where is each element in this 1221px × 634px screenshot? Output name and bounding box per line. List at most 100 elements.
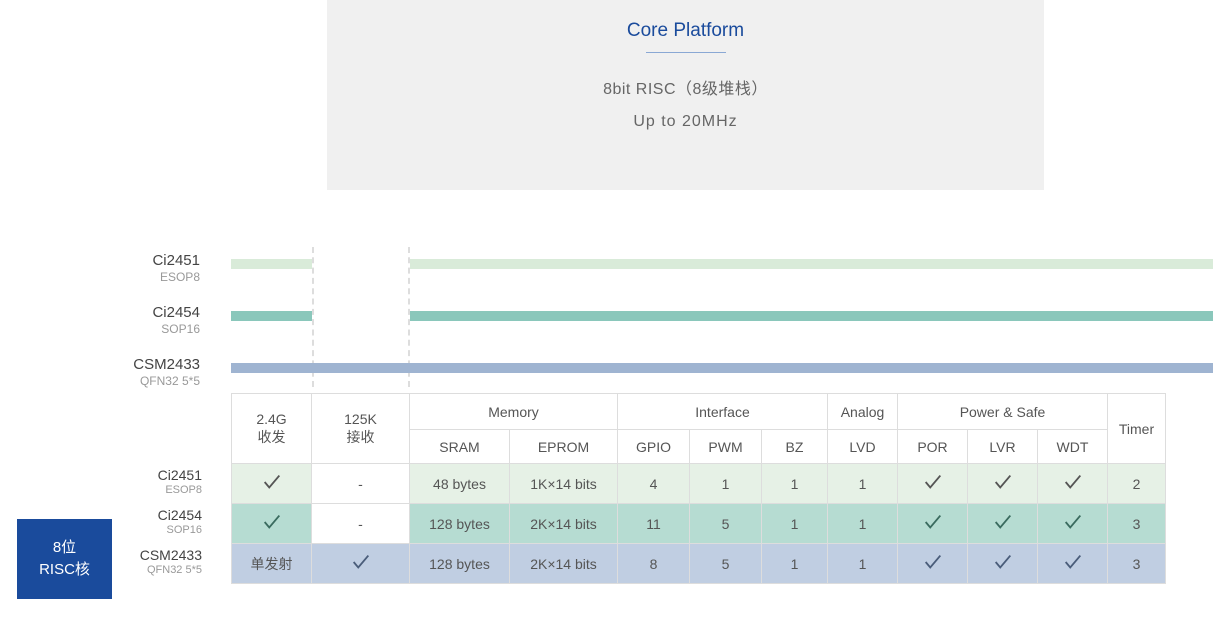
cell-wdt <box>1038 504 1108 544</box>
cell-por <box>898 504 968 544</box>
check-icon <box>261 511 283 533</box>
col-analog: Analog <box>828 394 898 430</box>
cell-125k <box>312 544 410 584</box>
cell-lvr <box>968 464 1038 504</box>
product-name: Ci2451 <box>130 468 202 483</box>
check-icon <box>1062 511 1084 533</box>
core-platform-box: Core Platform 8bit RISC（8级堆栈） Up to 20MH… <box>327 0 1044 190</box>
cell-wdt <box>1038 544 1108 584</box>
cell-bz: 1 <box>762 544 828 584</box>
spec-table: 2.4G 收发 125K 接收 Memory Interface Analog … <box>231 393 1166 584</box>
col-memory: Memory <box>410 394 618 430</box>
product-name: Ci2454 <box>130 508 202 523</box>
check-icon <box>261 471 283 493</box>
cell-timer: 3 <box>1108 504 1166 544</box>
product-package: SOP16 <box>130 524 202 536</box>
bar-ci2454-seg1 <box>231 311 312 321</box>
badge-line1: 8位 <box>53 537 76 560</box>
cell-lvd: 1 <box>828 544 898 584</box>
cell-sram: 128 bytes <box>410 544 510 584</box>
check-icon <box>992 551 1014 573</box>
cell-pwm: 5 <box>690 544 762 584</box>
cell-lvr <box>968 544 1038 584</box>
col-125k: 125K 接收 <box>312 394 410 464</box>
badge-line2: RISC核 <box>39 559 90 582</box>
cell-eprom: 2K×14 bits <box>510 504 618 544</box>
cell-eprom: 1K×14 bits <box>510 464 618 504</box>
product-label-ci2454: Ci2454 SOP16 <box>125 304 200 336</box>
cell-bz: 1 <box>762 504 828 544</box>
bar-ci2451-seg1 <box>231 259 312 269</box>
cell-wdt <box>1038 464 1108 504</box>
table-row: - 48 bytes 1K×14 bits 4 1 1 1 2 <box>232 464 1166 504</box>
cell-125k: - <box>312 464 410 504</box>
cell-2p4g <box>232 504 312 544</box>
cell-2p4g <box>232 464 312 504</box>
check-icon <box>1062 551 1084 573</box>
cell-sram: 48 bytes <box>410 464 510 504</box>
col-eprom: EPROM <box>510 430 618 464</box>
check-icon <box>1062 471 1084 493</box>
cell-lvd: 1 <box>828 464 898 504</box>
risc-core-badge: 8位 RISC核 <box>17 519 112 599</box>
check-icon <box>922 551 944 573</box>
cell-gpio: 8 <box>618 544 690 584</box>
col-2p4g: 2.4G 收发 <box>232 394 312 464</box>
product-package: QFN32 5*5 <box>125 374 200 388</box>
col-por: POR <box>898 430 968 464</box>
product-name: CSM2433 <box>130 548 202 563</box>
product-package: SOP16 <box>125 322 200 336</box>
bar-csm2433-seg2 <box>312 363 1213 373</box>
cell-lvd: 1 <box>828 504 898 544</box>
bar-csm2433-seg1 <box>231 363 312 373</box>
bar-ci2454-seg2 <box>410 311 1213 321</box>
core-detail-1: 8bit RISC（8级堆栈） <box>327 75 1044 99</box>
cell-timer: 3 <box>1108 544 1166 584</box>
cell-pwm: 5 <box>690 504 762 544</box>
product-label-csm2433: CSM2433 QFN32 5*5 <box>125 356 200 388</box>
cell-gpio: 11 <box>618 504 690 544</box>
product-name: Ci2454 <box>125 304 200 321</box>
table-row: 单发射 128 bytes 2K×14 bits 8 5 1 1 3 <box>232 544 1166 584</box>
cell-bz: 1 <box>762 464 828 504</box>
check-icon <box>922 471 944 493</box>
col-sram: SRAM <box>410 430 510 464</box>
col-interface: Interface <box>618 394 828 430</box>
product-package: QFN32 5*5 <box>130 564 202 576</box>
cell-sram: 128 bytes <box>410 504 510 544</box>
col-lvr: LVR <box>968 430 1038 464</box>
product-label-ci2451: Ci2451 ESOP8 <box>125 252 200 284</box>
cell-por <box>898 464 968 504</box>
core-title: Core Platform <box>327 20 1044 42</box>
check-icon <box>992 511 1014 533</box>
cell-por <box>898 544 968 584</box>
row-label-ci2451: Ci2451 ESOP8 <box>130 468 202 496</box>
table-row: - 128 bytes 2K×14 bits 11 5 1 1 3 <box>232 504 1166 544</box>
check-icon <box>922 511 944 533</box>
check-icon <box>350 551 372 573</box>
cell-eprom: 2K×14 bits <box>510 544 618 584</box>
bar-ci2451-seg2 <box>410 259 1213 269</box>
cell-lvr <box>968 504 1038 544</box>
cell-gpio: 4 <box>618 464 690 504</box>
row-label-csm2433: CSM2433 QFN32 5*5 <box>130 548 202 576</box>
product-package: ESOP8 <box>125 270 200 284</box>
col-timer: Timer <box>1108 394 1166 464</box>
row-label-ci2454: Ci2454 SOP16 <box>130 508 202 536</box>
core-detail-2: Up to 20MHz <box>327 113 1044 131</box>
check-icon <box>992 471 1014 493</box>
col-lvd: LVD <box>828 430 898 464</box>
product-package: ESOP8 <box>130 484 202 496</box>
product-name: Ci2451 <box>125 252 200 269</box>
cell-timer: 2 <box>1108 464 1166 504</box>
col-wdt: WDT <box>1038 430 1108 464</box>
cell-2p4g: 单发射 <box>232 544 312 584</box>
cell-125k: - <box>312 504 410 544</box>
cell-pwm: 1 <box>690 464 762 504</box>
product-name: CSM2433 <box>125 356 200 373</box>
col-gpio: GPIO <box>618 430 690 464</box>
col-bz: BZ <box>762 430 828 464</box>
col-pwm: PWM <box>690 430 762 464</box>
divider <box>646 52 726 53</box>
col-power: Power & Safe <box>898 394 1108 430</box>
